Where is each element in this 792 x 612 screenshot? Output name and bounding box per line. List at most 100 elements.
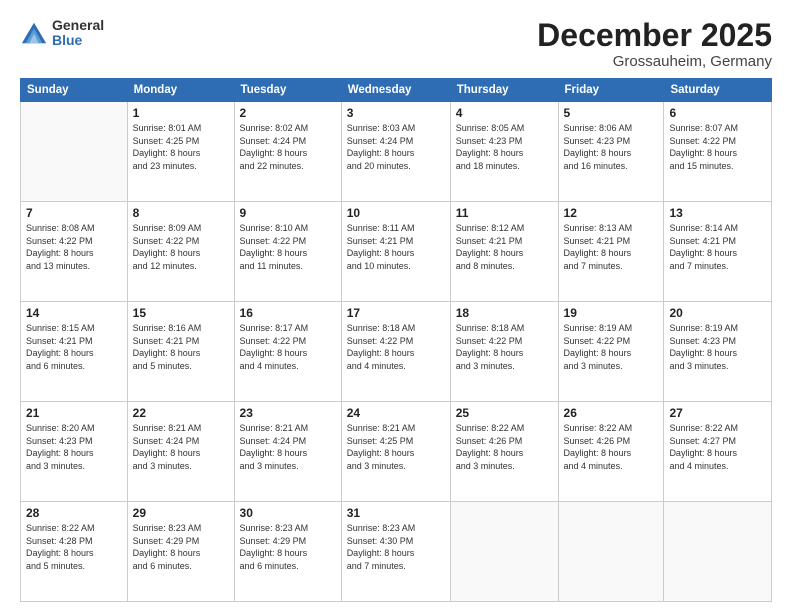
weekday-header-tuesday: Tuesday <box>234 79 341 102</box>
day-info: Sunrise: 8:22 AM Sunset: 4:26 PM Dayligh… <box>564 422 659 472</box>
logo: General Blue <box>20 18 104 49</box>
day-number: 8 <box>133 206 229 220</box>
day-number: 12 <box>564 206 659 220</box>
day-number: 29 <box>133 506 229 520</box>
calendar-cell: 29 Sunrise: 8:23 AM Sunset: 4:29 PM Dayli… <box>127 502 234 602</box>
calendar-cell: 10Sunrise: 8:11 AM Sunset: 4:21 PM Dayli… <box>341 202 450 302</box>
calendar-cell: 25 Sunrise: 8:22 AM Sunset: 4:26 PM Dayli… <box>450 402 558 502</box>
title-section: December 2025 Grossauheim, Germany <box>537 18 772 70</box>
calendar-cell: 27Sunrise: 8:22 AM Sunset: 4:27 PM Dayli… <box>664 402 772 502</box>
calendar-cell <box>664 502 772 602</box>
day-info: Sunrise: 8:12 AM Sunset: 4:21 PM Dayligh… <box>456 222 553 272</box>
calendar-week-1: 7 Sunrise: 8:08 AM Sunset: 4:22 PM Daylig… <box>21 202 772 302</box>
day-number: 22 <box>133 406 229 420</box>
logo-icon <box>20 19 48 47</box>
day-info: Sunrise: 8:23 AM Sunset: 4:30 PM Dayligh… <box>347 522 445 572</box>
calendar-cell <box>450 502 558 602</box>
calendar-cell: 2 Sunrise: 8:02 AM Sunset: 4:24 PM Daylig… <box>234 102 341 202</box>
day-number: 7 <box>26 206 122 220</box>
calendar-cell: 3 Sunrise: 8:03 AM Sunset: 4:24 PM Daylig… <box>341 102 450 202</box>
day-info: Sunrise: 8:14 AM Sunset: 4:21 PM Dayligh… <box>669 222 766 272</box>
day-info: Sunrise: 8:13 AM Sunset: 4:21 PM Dayligh… <box>564 222 659 272</box>
day-number: 16 <box>240 306 336 320</box>
calendar-week-0: 1Sunrise: 8:01 AM Sunset: 4:25 PM Daylig… <box>21 102 772 202</box>
calendar-cell: 20Sunrise: 8:19 AM Sunset: 4:23 PM Dayli… <box>664 302 772 402</box>
day-info: Sunrise: 8:06 AM Sunset: 4:23 PM Dayligh… <box>564 122 659 172</box>
day-info: Sunrise: 8:09 AM Sunset: 4:22 PM Dayligh… <box>133 222 229 272</box>
location-title: Grossauheim, Germany <box>537 53 772 70</box>
day-number: 19 <box>564 306 659 320</box>
calendar-week-3: 21Sunrise: 8:20 AM Sunset: 4:23 PM Dayli… <box>21 402 772 502</box>
day-info: Sunrise: 8:11 AM Sunset: 4:21 PM Dayligh… <box>347 222 445 272</box>
day-info: Sunrise: 8:22 AM Sunset: 4:26 PM Dayligh… <box>456 422 553 472</box>
day-info: Sunrise: 8:18 AM Sunset: 4:22 PM Dayligh… <box>347 322 445 372</box>
calendar-cell: 21Sunrise: 8:20 AM Sunset: 4:23 PM Dayli… <box>21 402 128 502</box>
calendar-cell: 11Sunrise: 8:12 AM Sunset: 4:21 PM Dayli… <box>450 202 558 302</box>
day-number: 5 <box>564 106 659 120</box>
header: General Blue December 2025 Grossauheim, … <box>20 18 772 70</box>
day-info: Sunrise: 8:10 AM Sunset: 4:22 PM Dayligh… <box>240 222 336 272</box>
weekday-header-sunday: Sunday <box>21 79 128 102</box>
day-number: 24 <box>347 406 445 420</box>
day-number: 23 <box>240 406 336 420</box>
calendar-cell: 24 Sunrise: 8:21 AM Sunset: 4:25 PM Dayli… <box>341 402 450 502</box>
calendar-cell: 12 Sunrise: 8:13 AM Sunset: 4:21 PM Dayli… <box>558 202 664 302</box>
day-info: Sunrise: 8:08 AM Sunset: 4:22 PM Dayligh… <box>26 222 122 272</box>
day-number: 25 <box>456 406 553 420</box>
calendar-cell: 18Sunrise: 8:18 AM Sunset: 4:22 PM Dayli… <box>450 302 558 402</box>
calendar-cell: 22 Sunrise: 8:21 AM Sunset: 4:24 PM Dayli… <box>127 402 234 502</box>
day-number: 1 <box>133 106 229 120</box>
day-info: Sunrise: 8:15 AM Sunset: 4:21 PM Dayligh… <box>26 322 122 372</box>
calendar-week-2: 14 Sunrise: 8:15 AM Sunset: 4:21 PM Dayli… <box>21 302 772 402</box>
day-info: Sunrise: 8:23 AM Sunset: 4:29 PM Dayligh… <box>133 522 229 572</box>
calendar-week-4: 28 Sunrise: 8:22 AM Sunset: 4:28 PM Dayli… <box>21 502 772 602</box>
day-number: 13 <box>669 206 766 220</box>
day-info: Sunrise: 8:18 AM Sunset: 4:22 PM Dayligh… <box>456 322 553 372</box>
day-info: Sunrise: 8:07 AM Sunset: 4:22 PM Dayligh… <box>669 122 766 172</box>
day-info: Sunrise: 8:17 AM Sunset: 4:22 PM Dayligh… <box>240 322 336 372</box>
calendar-cell: 1Sunrise: 8:01 AM Sunset: 4:25 PM Daylig… <box>127 102 234 202</box>
calendar-table: SundayMondayTuesdayWednesdayThursdayFrid… <box>20 78 772 602</box>
day-info: Sunrise: 8:21 AM Sunset: 4:25 PM Dayligh… <box>347 422 445 472</box>
day-number: 6 <box>669 106 766 120</box>
day-number: 4 <box>456 106 553 120</box>
day-number: 2 <box>240 106 336 120</box>
day-number: 30 <box>240 506 336 520</box>
day-info: Sunrise: 8:20 AM Sunset: 4:23 PM Dayligh… <box>26 422 122 472</box>
calendar-cell: 17Sunrise: 8:18 AM Sunset: 4:22 PM Dayli… <box>341 302 450 402</box>
day-number: 26 <box>564 406 659 420</box>
day-number: 15 <box>133 306 229 320</box>
calendar-cell: 16 Sunrise: 8:17 AM Sunset: 4:22 PM Dayli… <box>234 302 341 402</box>
calendar-cell: 5 Sunrise: 8:06 AM Sunset: 4:23 PM Daylig… <box>558 102 664 202</box>
day-info: Sunrise: 8:05 AM Sunset: 4:23 PM Dayligh… <box>456 122 553 172</box>
calendar-cell: 28 Sunrise: 8:22 AM Sunset: 4:28 PM Dayli… <box>21 502 128 602</box>
day-info: Sunrise: 8:21 AM Sunset: 4:24 PM Dayligh… <box>133 422 229 472</box>
day-info: Sunrise: 8:23 AM Sunset: 4:29 PM Dayligh… <box>240 522 336 572</box>
logo-text: General Blue <box>52 18 104 49</box>
calendar-cell: 9Sunrise: 8:10 AM Sunset: 4:22 PM Daylig… <box>234 202 341 302</box>
day-info: Sunrise: 8:03 AM Sunset: 4:24 PM Dayligh… <box>347 122 445 172</box>
calendar-cell: 4 Sunrise: 8:05 AM Sunset: 4:23 PM Daylig… <box>450 102 558 202</box>
weekday-header-thursday: Thursday <box>450 79 558 102</box>
calendar-cell: 23 Sunrise: 8:21 AM Sunset: 4:24 PM Dayli… <box>234 402 341 502</box>
day-info: Sunrise: 8:02 AM Sunset: 4:24 PM Dayligh… <box>240 122 336 172</box>
weekday-header-wednesday: Wednesday <box>341 79 450 102</box>
calendar-cell: 8 Sunrise: 8:09 AM Sunset: 4:22 PM Daylig… <box>127 202 234 302</box>
calendar-cell: 7 Sunrise: 8:08 AM Sunset: 4:22 PM Daylig… <box>21 202 128 302</box>
day-number: 3 <box>347 106 445 120</box>
day-number: 31 <box>347 506 445 520</box>
calendar-cell <box>558 502 664 602</box>
day-number: 28 <box>26 506 122 520</box>
day-number: 14 <box>26 306 122 320</box>
day-info: Sunrise: 8:22 AM Sunset: 4:28 PM Dayligh… <box>26 522 122 572</box>
calendar-cell <box>21 102 128 202</box>
logo-general-text: General <box>52 18 104 33</box>
day-info: Sunrise: 8:21 AM Sunset: 4:24 PM Dayligh… <box>240 422 336 472</box>
calendar-cell: 6 Sunrise: 8:07 AM Sunset: 4:22 PM Daylig… <box>664 102 772 202</box>
calendar-cell: 26 Sunrise: 8:22 AM Sunset: 4:26 PM Dayli… <box>558 402 664 502</box>
calendar-cell: 15Sunrise: 8:16 AM Sunset: 4:21 PM Dayli… <box>127 302 234 402</box>
logo-blue-text: Blue <box>52 33 104 48</box>
weekday-header-friday: Friday <box>558 79 664 102</box>
calendar-cell: 13 Sunrise: 8:14 AM Sunset: 4:21 PM Dayli… <box>664 202 772 302</box>
day-info: Sunrise: 8:19 AM Sunset: 4:23 PM Dayligh… <box>669 322 766 372</box>
